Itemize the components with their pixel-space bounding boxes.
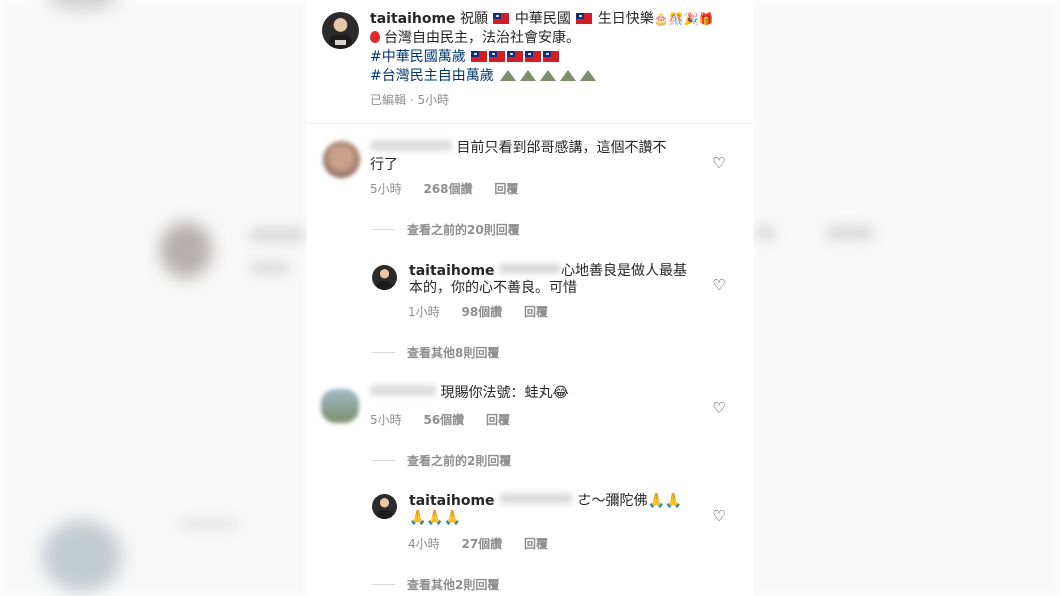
reply-time[interactable]: 4小時 xyxy=(408,537,440,551)
left-backdrop xyxy=(0,0,307,596)
mountain-icon xyxy=(520,70,537,81)
reply-text: 心地善良是做人最基 xyxy=(561,263,687,279)
mountain-icon xyxy=(500,70,517,81)
view-previous-replies[interactable]: 查看之前的20則回覆 xyxy=(371,221,520,238)
mountain-icon xyxy=(540,70,557,81)
laughing-emoji: 😂 xyxy=(552,385,569,401)
comment-body: 目前只看到邰哥感講，這個不讚不 行了 xyxy=(370,140,680,174)
balloon-icon xyxy=(370,31,380,43)
blurred-text xyxy=(180,521,238,527)
view-replies-label: 查看其他2則回覆 xyxy=(407,578,500,592)
blurred-text xyxy=(250,262,290,274)
author-avatar[interactable] xyxy=(372,265,397,290)
avatar-figure xyxy=(377,509,392,519)
reply-username[interactable]: taitaihome xyxy=(409,493,495,509)
blurred-avatar xyxy=(42,520,122,592)
caption-text: 台灣自由民主，法治社會安康。 xyxy=(384,30,580,46)
post-username[interactable]: taitaihome xyxy=(370,11,456,27)
view-previous-replies[interactable]: 查看之前的2則回覆 xyxy=(371,452,511,469)
reply-text: ㄜ～彌陀佛 xyxy=(577,493,648,509)
comment-text: 行了 xyxy=(370,157,398,173)
reply-body: taitaihome ㄜ～彌陀佛🙏🙏 🙏🙏🙏 xyxy=(409,493,689,527)
blurred-text xyxy=(826,226,874,240)
blurred-mention[interactable] xyxy=(499,493,573,504)
mountain-icon xyxy=(580,70,597,81)
avatar-detail xyxy=(334,40,347,46)
blurred-username[interactable] xyxy=(370,385,436,396)
blurred-text xyxy=(250,228,306,242)
reply-time[interactable]: 1小時 xyxy=(408,305,440,319)
blurred-text xyxy=(755,226,775,240)
heart-icon[interactable]: ♡ xyxy=(711,155,727,171)
commenter-avatar[interactable] xyxy=(321,389,359,423)
comment-body: 現賜你法號：蛙丸😂 xyxy=(370,385,680,402)
comment-meta: 5小時 56個讚 回覆 xyxy=(370,411,528,428)
roc-flag-icon xyxy=(471,51,488,62)
post-caption: taitaihome 祝願 中華民國 生日快樂🎂🎊🎉🎁 台灣自由民主，法治社會安… xyxy=(370,10,730,86)
comment-time[interactable]: 5小時 xyxy=(370,182,402,196)
mountain-icon xyxy=(560,70,577,81)
blurred-avatar xyxy=(160,222,212,278)
roc-flag-icon xyxy=(525,51,542,62)
comment-likes[interactable]: 268個讚 xyxy=(423,182,472,196)
comment-time[interactable]: 5小時 xyxy=(370,413,402,427)
roc-flag-icon xyxy=(507,51,524,62)
reply-body: taitaihome 心地善良是做人最基 本的，你的心不善良。可惜 xyxy=(409,263,689,297)
commenter-avatar[interactable] xyxy=(323,141,360,178)
roc-flag-icon xyxy=(576,13,593,24)
heart-icon[interactable]: ♡ xyxy=(711,400,727,416)
view-replies-label: 查看之前的2則回覆 xyxy=(407,454,512,468)
replies-line xyxy=(371,584,395,585)
blurred-username[interactable] xyxy=(370,140,452,151)
caption-text: 祝願 xyxy=(460,11,488,27)
reply-meta: 1小時 98個讚 回覆 xyxy=(408,303,566,320)
view-replies-label: 查看其他8則回覆 xyxy=(407,346,500,360)
reply-button[interactable]: 回覆 xyxy=(486,413,510,427)
view-more-replies[interactable]: 查看其他2則回覆 xyxy=(371,576,499,593)
comment-text: 目前只看到邰哥感講，這個不讚不 xyxy=(456,140,667,156)
right-backdrop xyxy=(753,0,1060,596)
view-replies-label: 查看之前的20則回覆 xyxy=(407,223,520,237)
caption-text: 中華民國 xyxy=(514,11,571,27)
heart-icon[interactable]: ♡ xyxy=(711,277,727,293)
hashtag-link[interactable]: #台灣民主自由萬歲 xyxy=(370,68,494,84)
replies-line xyxy=(371,352,395,353)
hashtag-link[interactable]: #中華民國萬歲 xyxy=(370,49,466,65)
comment-likes[interactable]: 56個讚 xyxy=(423,413,464,427)
author-avatar[interactable] xyxy=(372,494,397,519)
heart-icon[interactable]: ♡ xyxy=(711,508,727,524)
replies-line xyxy=(371,229,395,230)
reply-username[interactable]: taitaihome xyxy=(409,263,495,279)
comment-text: 現賜你法號：蛙丸 xyxy=(440,385,553,401)
divider xyxy=(307,123,753,124)
avatar-figure xyxy=(377,280,392,290)
edited-timestamp: 已編輯 · 5小時 xyxy=(370,93,450,107)
blurred-mention[interactable] xyxy=(499,263,561,274)
reply-meta: 4小時 27個讚 回覆 xyxy=(408,535,566,552)
comment-panel: taitaihome 祝願 中華民國 生日快樂🎂🎊🎉🎁 台灣自由民主，法治社會安… xyxy=(307,0,753,596)
pray-icon: 🙏🙏🙏 xyxy=(409,510,462,526)
comment-meta: 5小時 268個讚 回覆 xyxy=(370,180,536,197)
cake-icon: 🎂🎊🎉🎁 xyxy=(653,12,714,26)
post-meta: 已編輯 · 5小時 xyxy=(370,91,467,108)
reply-button[interactable]: 回覆 xyxy=(494,182,518,196)
view-more-replies[interactable]: 查看其他8則回覆 xyxy=(371,344,499,361)
reply-button[interactable]: 回覆 xyxy=(524,537,548,551)
pray-icon: 🙏🙏 xyxy=(647,493,683,509)
roc-flag-icon xyxy=(493,13,510,24)
roc-flag-icon xyxy=(543,51,560,62)
replies-line xyxy=(371,460,395,461)
reply-likes[interactable]: 27個讚 xyxy=(461,537,502,551)
roc-flag-icon xyxy=(489,51,506,62)
reply-text: 本的，你的心不善良。可惜 xyxy=(409,280,577,296)
reply-likes[interactable]: 98個讚 xyxy=(461,305,502,319)
caption-text: 生日快樂 xyxy=(597,11,654,27)
author-avatar[interactable] xyxy=(322,12,359,49)
reply-button[interactable]: 回覆 xyxy=(524,305,548,319)
